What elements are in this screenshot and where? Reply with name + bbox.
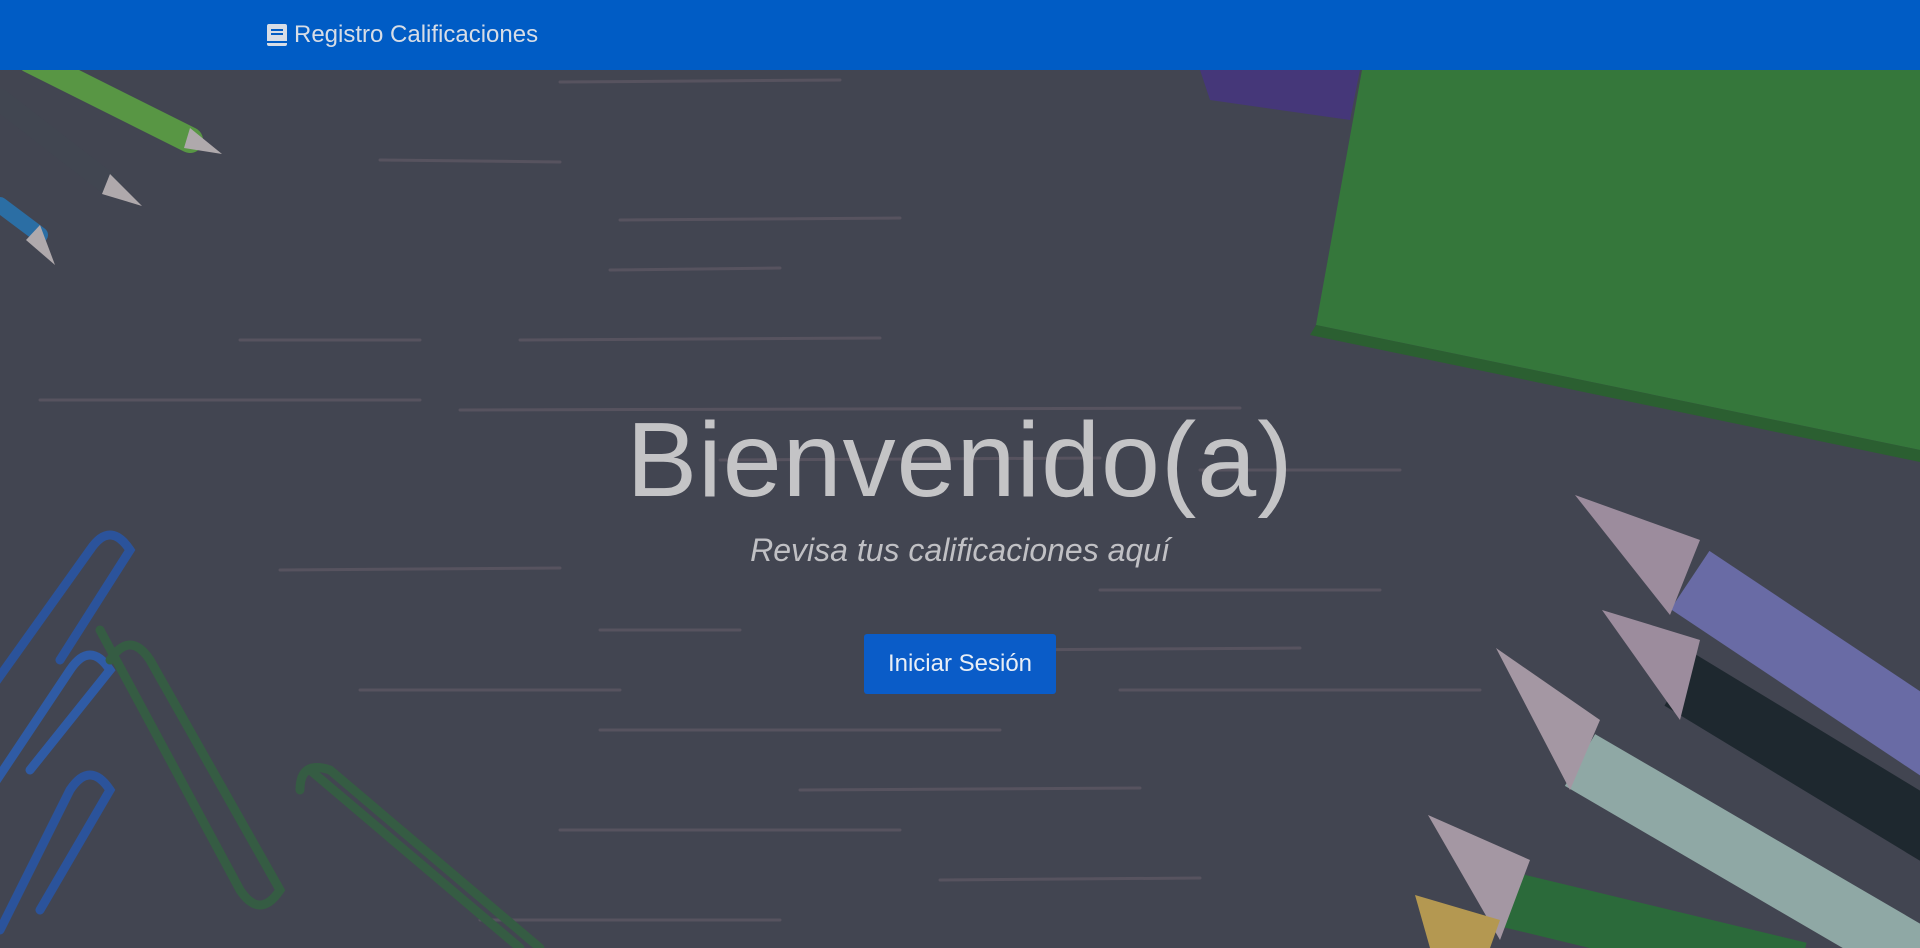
- top-navbar: Registro Calificaciones: [0, 0, 1920, 70]
- brand-link[interactable]: Registro Calificaciones: [266, 0, 538, 70]
- brand-label: Registro Calificaciones: [294, 21, 539, 48]
- welcome-title: Bienvenido(a): [626, 401, 1294, 519]
- hero-section: Bienvenido(a) Revisa tus calificaciones …: [0, 70, 1920, 948]
- book-icon: [266, 23, 288, 47]
- welcome-subtitle: Revisa tus calificaciones aquí: [750, 532, 1170, 568]
- login-button[interactable]: Iniciar Sesión: [864, 634, 1056, 694]
- hero-content: Bienvenido(a) Revisa tus calificaciones …: [0, 70, 1920, 948]
